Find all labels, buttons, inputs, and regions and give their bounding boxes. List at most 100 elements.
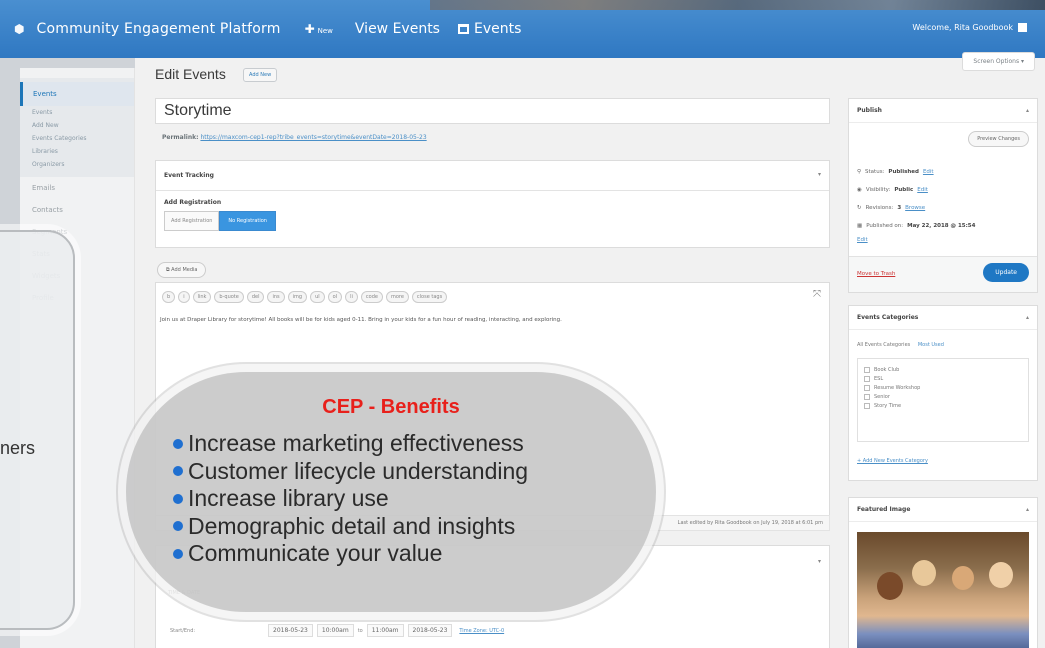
collapse-icon[interactable]: ▾ xyxy=(818,171,821,178)
revisions-browse-link[interactable]: Browse xyxy=(905,205,925,211)
published-value: May 22, 2018 @ 15:54 xyxy=(907,223,976,229)
avatar xyxy=(1018,23,1027,32)
permalink-label: Permalink: xyxy=(162,134,199,141)
category-item[interactable]: Book Club xyxy=(864,367,1022,373)
child-figure xyxy=(877,572,903,600)
add-registration-button[interactable]: Add Registration xyxy=(164,211,220,231)
revisions-icon: ↻ xyxy=(857,205,862,211)
add-media-label: Add Media xyxy=(171,267,198,273)
child-figure xyxy=(989,562,1013,588)
sidebar-item-emails[interactable]: Emails xyxy=(20,177,134,199)
benefit-text: Increase marketing effectiveness xyxy=(188,430,524,456)
category-item[interactable]: Senior xyxy=(864,394,1022,400)
revisions-line: ↻ Revisions: 3 Browse xyxy=(857,205,925,211)
category-checkbox[interactable] xyxy=(864,403,870,409)
eye-icon: ◉ xyxy=(857,187,862,193)
start-time-input[interactable]: 10:00am xyxy=(316,624,354,637)
add-media-button[interactable]: ⧉ Add Media xyxy=(157,262,207,278)
categories-header[interactable]: Events Categories xyxy=(849,306,1037,330)
published-edit-link[interactable]: Edit xyxy=(857,237,868,243)
update-button[interactable]: Update xyxy=(983,263,1029,282)
qt-more-button[interactable]: more xyxy=(385,291,409,303)
featured-image[interactable] xyxy=(857,532,1029,648)
schedule-collapse-icon[interactable]: ▾ xyxy=(818,558,821,565)
dashboard-icon[interactable]: ⬢ xyxy=(14,22,24,36)
featured-collapse-icon[interactable]: ▴ xyxy=(1026,506,1029,513)
add-new-category-link[interactable]: + Add New Events Category xyxy=(857,458,928,464)
timezone-link[interactable]: Time Zone: UTC-0 xyxy=(459,628,504,634)
editor-body-text[interactable]: Join us at Draper Library for storytime!… xyxy=(156,311,829,329)
qt-li-button[interactable]: li xyxy=(345,291,358,303)
featured-image-header[interactable]: Featured Image xyxy=(849,498,1037,522)
to-label: to xyxy=(357,627,363,634)
status-edit-link[interactable]: Edit xyxy=(923,169,934,175)
tab-all-categories[interactable]: All Events Categories xyxy=(857,342,910,348)
category-item[interactable]: ESL xyxy=(864,376,1022,382)
sidebar-subitem-categories[interactable]: Events Categories xyxy=(20,132,134,145)
bullet-icon xyxy=(173,548,183,559)
tab-most-used[interactable]: Most Used xyxy=(918,342,944,348)
bullet-icon xyxy=(173,438,183,449)
calendar-small-icon: ▦ xyxy=(857,223,863,229)
sidebar-subitem-organizers[interactable]: Organizers xyxy=(20,158,134,171)
fullscreen-icon[interactable]: ⤧ xyxy=(813,289,821,300)
category-checkbox[interactable] xyxy=(864,367,870,373)
publish-collapse-icon[interactable]: ▴ xyxy=(1026,107,1029,114)
publish-header[interactable]: Publish xyxy=(849,99,1037,123)
category-checkbox[interactable] xyxy=(864,385,870,391)
screen-options-button[interactable]: Screen Options ▾ xyxy=(962,52,1035,71)
qt-bold-button[interactable]: b xyxy=(162,291,176,303)
permalink-url[interactable]: https://maxcom-cep1-rep?tribe_events=sto… xyxy=(200,134,426,141)
events-menu[interactable]: Events xyxy=(457,21,522,37)
child-figure xyxy=(912,560,936,586)
benefit-text: Communicate your value xyxy=(188,540,443,566)
user-menu[interactable]: Welcome, Rita Goodbook xyxy=(912,23,1027,32)
move-to-trash-link[interactable]: Move to Trash xyxy=(857,271,895,277)
child-figure xyxy=(952,566,974,590)
qt-ins-button[interactable]: ins xyxy=(267,291,285,303)
category-item[interactable]: Story Time xyxy=(864,403,1022,409)
qt-ol-button[interactable]: ol xyxy=(327,291,343,303)
featured-image-box: Featured Image ▴ xyxy=(848,497,1038,648)
qt-link-button[interactable]: link xyxy=(192,291,212,303)
status-line: ⚲ Status: Published Edit xyxy=(857,169,934,175)
preview-changes-button[interactable]: Preview Changes xyxy=(968,131,1029,147)
calendar-icon xyxy=(457,24,469,34)
new-button[interactable]: ✚ New xyxy=(305,22,333,36)
sidebar-subitem-events[interactable]: Events xyxy=(20,106,134,119)
start-date-input[interactable]: 2018-05-23 xyxy=(268,624,313,637)
end-time-input[interactable]: 11:00am xyxy=(366,624,404,637)
add-new-button[interactable]: Add New xyxy=(243,68,278,82)
sidebar-item-contacts[interactable]: Contacts xyxy=(20,199,134,221)
category-checkbox[interactable] xyxy=(864,394,870,400)
categories-collapse-icon[interactable]: ▴ xyxy=(1026,314,1029,321)
brand-link[interactable]: Community Engagement Platform xyxy=(36,21,280,37)
category-checkbox[interactable] xyxy=(864,376,870,382)
qt-code-button[interactable]: code xyxy=(360,291,383,303)
event-title-input[interactable]: Storytime xyxy=(155,98,830,124)
qt-img-button[interactable]: img xyxy=(287,291,308,303)
admin-bar: ⬢ Community Engagement Platform ✚ New Vie… xyxy=(0,0,1045,58)
visibility-edit-link[interactable]: Edit xyxy=(917,187,928,193)
qt-close-tags-button[interactable]: close tags xyxy=(411,291,448,303)
end-date-input[interactable]: 2018-05-23 xyxy=(407,624,453,637)
events-menu-label: Events xyxy=(473,21,522,37)
category-label: Book Club xyxy=(874,367,900,373)
sidebar-subitem-libraries[interactable]: Libraries xyxy=(20,145,134,158)
qt-del-button[interactable]: del xyxy=(246,291,265,303)
benefit-item: Communicate your value xyxy=(173,540,528,568)
benefit-text: Increase library use xyxy=(188,485,389,511)
qt-italic-button[interactable]: i xyxy=(178,291,190,303)
published-on-line: ▦ Published on: May 22, 2018 @ 15:54 xyxy=(857,223,975,229)
visibility-line: ◉ Visibility: Public Edit xyxy=(857,187,928,193)
no-registration-button[interactable]: No Registration xyxy=(219,211,276,231)
qt-ul-button[interactable]: ul xyxy=(310,291,325,303)
sidebar-subitem-add-new[interactable]: Add New xyxy=(20,119,134,132)
published-label: Published on: xyxy=(866,223,904,229)
view-events-link[interactable]: View Events xyxy=(355,21,440,37)
category-item[interactable]: Resume Workshop xyxy=(864,385,1022,391)
sidebar-item-events[interactable]: Events xyxy=(20,82,134,106)
benefit-item: Increase marketing effectiveness xyxy=(173,430,528,458)
event-tracking-header[interactable]: Event Tracking xyxy=(156,161,829,191)
qt-quote-button[interactable]: b-quote xyxy=(214,291,244,303)
